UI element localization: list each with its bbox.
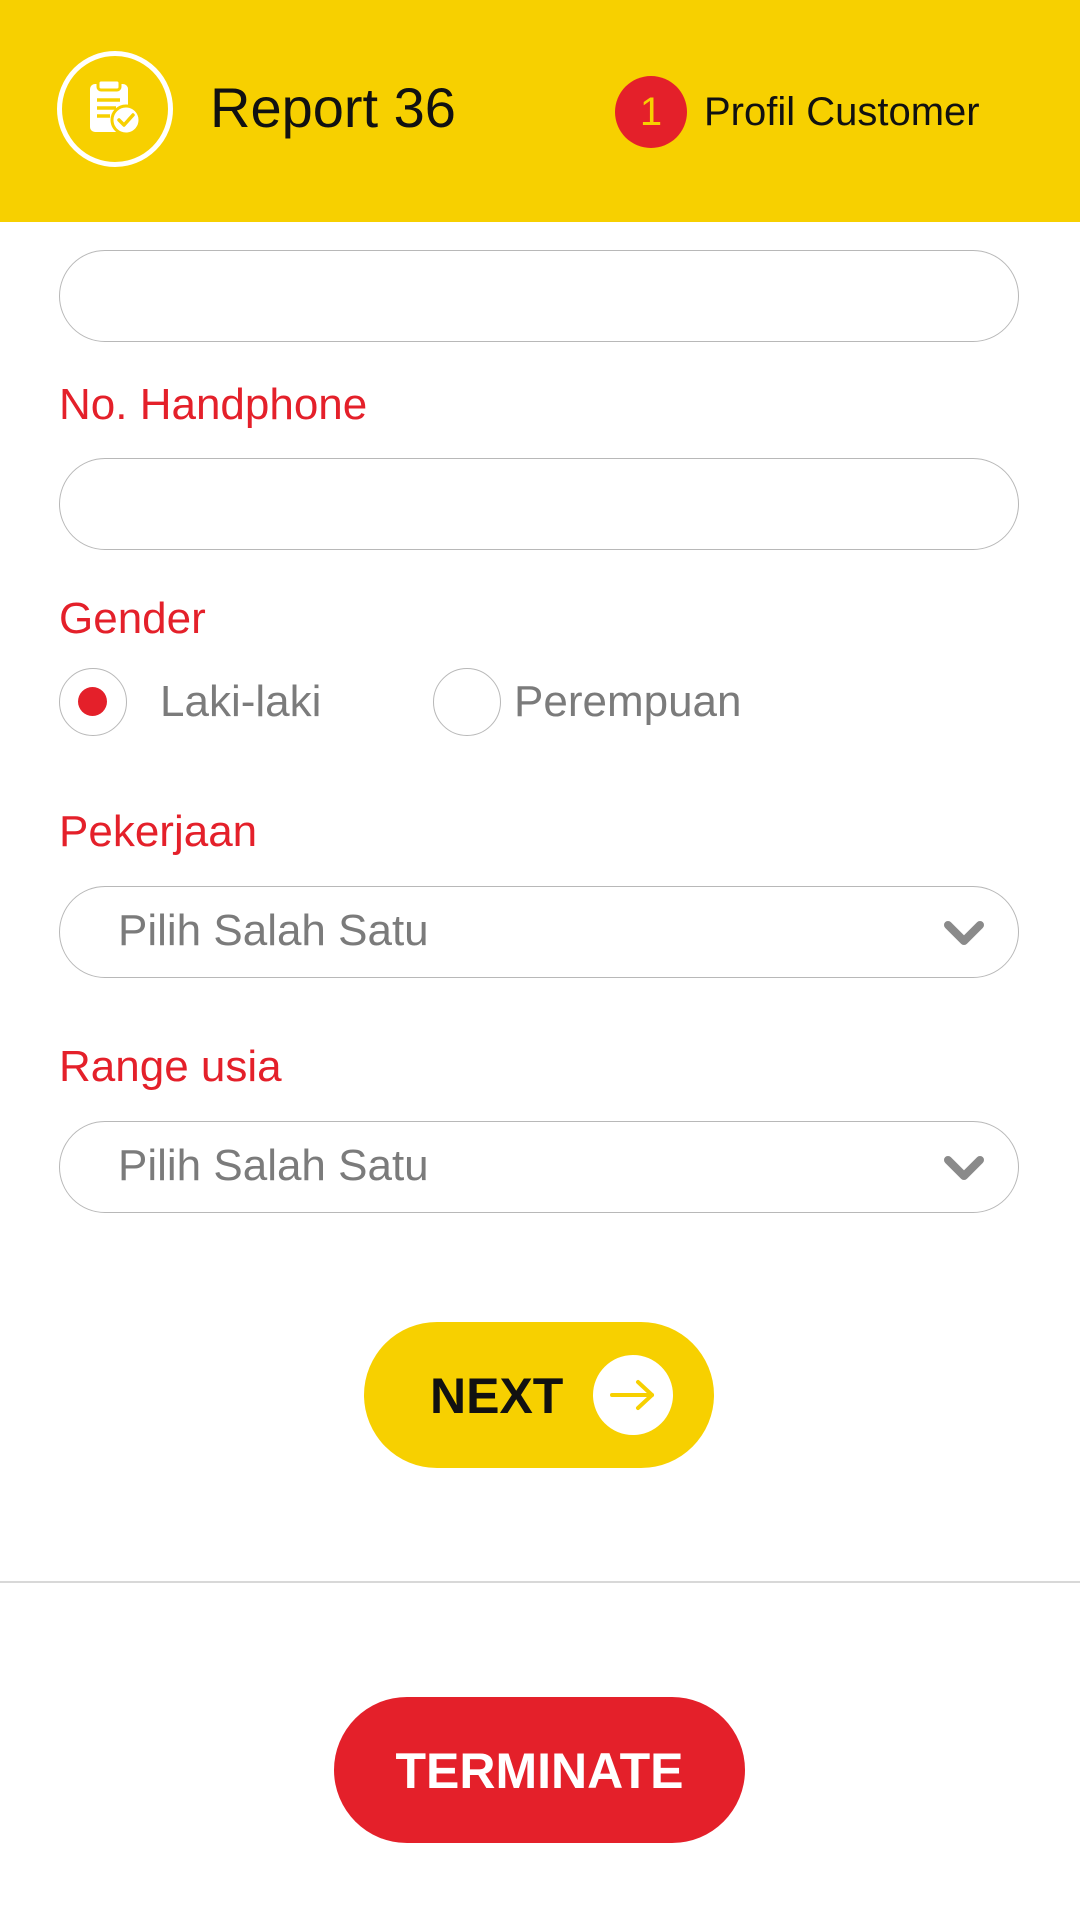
range-usia-selected-value: Pilih Salah Satu [118,1141,429,1190]
terminate-button-label: TERMINATE [395,1743,684,1799]
pekerjaan-selected-value: Pilih Salah Satu [118,906,429,955]
page-title: Report 36 [210,76,456,139]
phone-input[interactable] [60,459,1018,549]
next-button[interactable]: NEXT [364,1322,714,1468]
phone-field[interactable] [59,458,1019,550]
top-text-field[interactable] [59,250,1019,342]
phone-label: No. Handphone [59,380,368,429]
next-button-label: NEXT [430,1368,564,1424]
radio-selected-dot [78,687,107,716]
divider [0,1581,1080,1583]
gender-radio-laki-laki[interactable] [59,668,127,736]
pekerjaan-label: Pekerjaan [59,807,258,856]
gender-option-laki-laki-label[interactable]: Laki-laki [160,674,321,730]
gender-label: Gender [59,594,206,643]
step-number-badge: 1 [615,76,687,148]
gender-radio-perempuan[interactable] [433,668,501,736]
chevron-down-icon [944,921,984,945]
report-check-icon [57,51,173,167]
terminate-button[interactable]: TERMINATE [334,1697,745,1843]
chevron-down-icon [944,1156,984,1180]
top-text-input[interactable] [60,251,1018,341]
gender-option-perempuan-label[interactable]: Perempuan [514,674,741,730]
step-label: Profil Customer [704,90,980,134]
arrow-right-icon [593,1355,673,1435]
app-header: Report 36 1 Profil Customer [0,0,1080,222]
range-usia-label: Range usia [59,1042,282,1091]
range-usia-select[interactable]: Pilih Salah Satu [59,1121,1019,1213]
pekerjaan-select[interactable]: Pilih Salah Satu [59,886,1019,978]
